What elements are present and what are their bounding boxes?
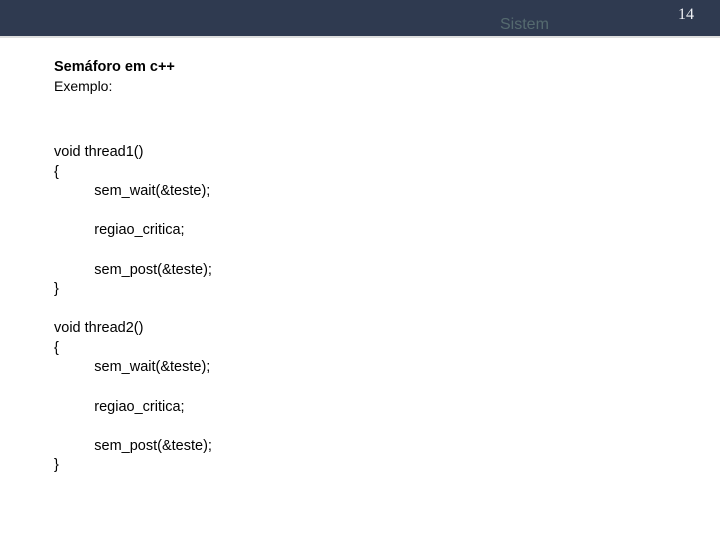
code-line: { bbox=[54, 164, 59, 180]
code-line: } bbox=[54, 457, 59, 473]
code-line: void thread1() bbox=[54, 144, 143, 160]
slide-title: Semáforo em c++ bbox=[54, 58, 680, 76]
code-line: sem_post(&teste); bbox=[54, 438, 212, 454]
code-line: void thread2() bbox=[54, 320, 143, 336]
slide-subtitle: Exemplo: bbox=[54, 78, 680, 96]
code-line: { bbox=[54, 340, 59, 356]
page-number: 14 bbox=[678, 6, 694, 24]
code-line: sem_wait(&teste); bbox=[54, 359, 210, 375]
slide-header: Sistem 14 bbox=[0, 0, 720, 38]
code-line: regiao_critica; bbox=[54, 399, 185, 415]
slide-content: Semáforo em c++ Exemplo: void thread1() … bbox=[54, 58, 680, 495]
header-label: Sistem bbox=[500, 16, 549, 34]
code-line: sem_wait(&teste); bbox=[54, 183, 210, 199]
code-line: } bbox=[54, 281, 59, 297]
code-line: regiao_critica; bbox=[54, 222, 185, 238]
code-block: void thread1() { sem_wait(&teste); regia… bbox=[54, 124, 680, 496]
code-line: sem_post(&teste); bbox=[54, 262, 212, 278]
